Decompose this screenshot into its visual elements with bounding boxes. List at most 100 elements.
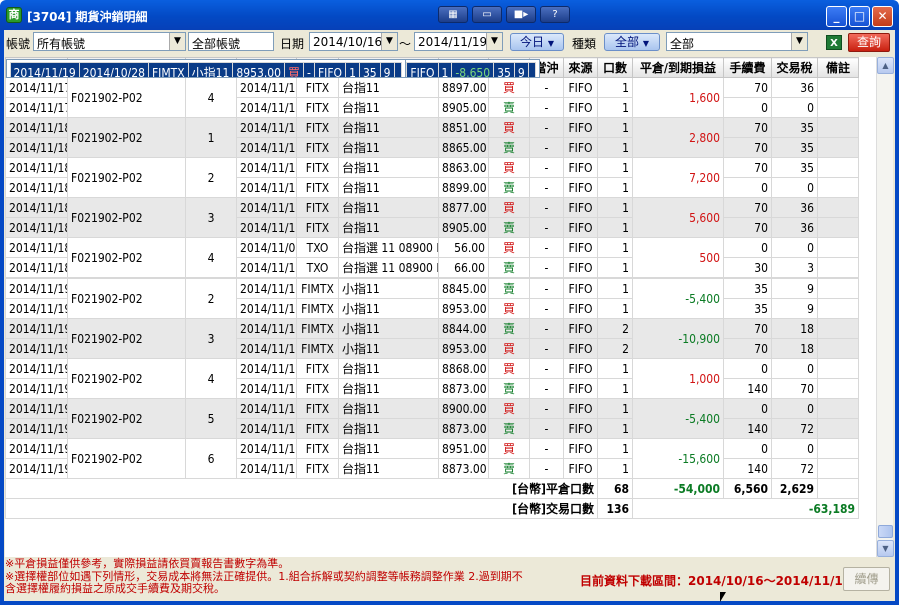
code-cell: FIMTX xyxy=(147,62,189,77)
table-row[interactable]: 2014/11/19 F021902-P02 4 2014/11/18 FITX 台指11… xyxy=(5,358,859,399)
pnl-cell: 5,600 xyxy=(632,197,724,238)
serial-cell: 4 xyxy=(185,77,237,118)
trade-date-cell: 2014/11/06 xyxy=(236,237,297,258)
code-cell: FITX xyxy=(296,197,339,218)
window-icon[interactable]: ▭ xyxy=(472,6,502,23)
remark-cell xyxy=(817,378,859,399)
table-row[interactable]: 2014/11/18 F021902-P02 2 2014/11/18 FITX 台指11… xyxy=(5,157,859,198)
trade-date-cell: 2014/11/18 xyxy=(236,358,297,379)
today-button[interactable]: 今日 ▼ xyxy=(510,33,564,51)
price-cell: 8897.00 xyxy=(438,77,489,98)
table-row[interactable]: 2014/11/18 F021902-P02 3 2014/11/18 FITX 台指11… xyxy=(5,197,859,238)
pnl-cell: -5,400 xyxy=(632,278,724,319)
daytrade-cell: - xyxy=(529,278,564,299)
summary-row-close: [台幣]平倉口數 68 -54,000 6,560 2,629 xyxy=(5,478,859,499)
source-cell: FIFO xyxy=(563,137,598,158)
source-cell: FIFO xyxy=(563,418,598,439)
remark-cell xyxy=(817,77,859,98)
serial-cell: 4 xyxy=(185,237,237,278)
side-cell: 買 xyxy=(488,338,530,359)
maximize-button[interactable]: □ xyxy=(849,6,870,27)
help-icon[interactable]: ? xyxy=(540,6,570,23)
table-row[interactable]: 2014/11/18 F021902-P02 1 2014/11/18 FITX 台指11… xyxy=(5,117,859,158)
table-row[interactable]: 2014/11/19 F021902-P02 6 2014/11/19 FITX 台指11… xyxy=(5,438,859,479)
column-header[interactable]: 交易稅 xyxy=(771,57,818,78)
scroll-down-icon[interactable]: ▼ xyxy=(877,540,894,557)
scroll-up-icon[interactable]: ▲ xyxy=(877,57,894,74)
table-row[interactable]: 2014/11/19 2014/10/28 FIMTX 小指11 8953.00 買 - FI… xyxy=(5,59,406,78)
price-cell: 8873.00 xyxy=(438,418,489,439)
summary-trade-net: -63,189 xyxy=(632,498,859,519)
date-to-picker[interactable]: 2014/11/19 ▼ xyxy=(414,32,503,51)
code-cell: FITX xyxy=(296,438,339,459)
remark-cell xyxy=(817,278,859,299)
table-row[interactable]: 2014/11/17 F021902-P02 4 2014/11/17 FITX 台指11… xyxy=(5,77,859,118)
table-row[interactable]: 2014/11/19 F021902-P02 5 2014/11/19 FITX 台指11… xyxy=(5,398,859,439)
summary-close-qty: 68 xyxy=(597,478,633,499)
continue-button[interactable]: 續傳 xyxy=(843,567,890,591)
pnl-cell: 500 xyxy=(632,237,724,278)
product-name-cell: 小指11 xyxy=(338,338,439,359)
product-select[interactable]: 全部 ▼ xyxy=(666,32,808,51)
fee-cell: 0 xyxy=(723,398,772,419)
fee-cell: 140 xyxy=(723,458,772,479)
product-name-cell: 台指11 xyxy=(338,358,439,379)
table-row[interactable]: 2014/11/19 F021902-P02 3 2014/11/18 FIMTX 小指1… xyxy=(5,318,859,359)
side-cell: 賣 xyxy=(488,97,530,118)
close-date-cell: 2014/11/18 xyxy=(5,137,68,158)
code-cell: FITX xyxy=(296,137,339,158)
fee-cell: 70 xyxy=(723,318,772,339)
scrollbar-thumb[interactable] xyxy=(878,525,893,538)
tax-cell: 0 xyxy=(771,237,818,258)
account-select[interactable]: 所有帳號 ▼ xyxy=(33,32,186,51)
notes-area: ※平倉損益僅供參考，實際損益請依買賣報告書數字為準。 ※選擇權部位如遇下列情形，… xyxy=(5,557,575,596)
close-date-cell: 2014/11/19 xyxy=(5,398,68,419)
query-button[interactable]: 查詢 xyxy=(848,33,890,52)
excel-export-icon[interactable]: X xyxy=(826,35,842,50)
side-cell: 買 xyxy=(488,197,530,218)
daytrade-cell: - xyxy=(529,378,564,399)
remark-cell xyxy=(817,458,859,479)
column-header[interactable]: 口數 xyxy=(597,57,633,78)
note-line: 含選擇權履約損益之原成交手續費及期交稅。 xyxy=(5,582,225,595)
tax-cell: 0 xyxy=(771,398,818,419)
code-cell: TXO xyxy=(296,237,339,258)
minimize-button[interactable]: _ xyxy=(826,6,847,27)
daytrade-cell: - xyxy=(529,117,564,138)
remark-cell xyxy=(817,217,859,238)
date-from-value: 2014/10/16 xyxy=(313,35,383,49)
close-button[interactable]: ✕ xyxy=(872,6,893,27)
account-name-field[interactable]: 全部帳號 xyxy=(188,32,274,51)
remark-cell xyxy=(817,338,859,359)
side-cell: 買 xyxy=(284,62,305,77)
side-cell: 買 xyxy=(488,77,530,98)
layout-icon[interactable]: ▦ xyxy=(438,6,468,23)
vertical-scrollbar[interactable]: ▲ ▼ xyxy=(876,57,894,557)
chevron-down-icon: ▼ xyxy=(381,33,397,50)
table-body: 2014/11/17 F021902-P02 4 2014/11/17 FITX 台指11… xyxy=(5,59,859,519)
code-cell: FITX xyxy=(296,458,339,479)
code-cell: FIMTX xyxy=(296,298,339,319)
product-name-cell: 台指11 xyxy=(338,418,439,439)
quantity-cell: 1 xyxy=(597,237,633,258)
daytrade-cell: - xyxy=(529,358,564,379)
account-cell: F021902-P02 xyxy=(67,318,186,359)
table-row[interactable]: 2014/11/19 F021902-P02 2 2014/11/18 FIMTX 小指1… xyxy=(5,278,859,319)
column-header[interactable]: 備註 xyxy=(817,57,859,78)
column-header[interactable]: 手續費 xyxy=(723,57,772,78)
remark-cell xyxy=(817,318,859,339)
side-cell: 賣 xyxy=(488,318,530,339)
source-cell: FIFO xyxy=(563,77,598,98)
column-header[interactable]: 來源 xyxy=(563,57,598,78)
price-cell: 8873.00 xyxy=(438,458,489,479)
fee-cell: 0 xyxy=(723,438,772,459)
type-select-button[interactable]: 全部 ▼ xyxy=(604,33,660,51)
product-name-cell: 台指11 xyxy=(338,117,439,138)
table-row[interactable]: 2014/11/18 F021902-P02 4 2014/11/06 TXO 台指選 1… xyxy=(5,237,859,278)
tax-cell: 9 xyxy=(513,62,529,77)
date-from-picker[interactable]: 2014/10/16 ▼ xyxy=(309,32,398,51)
product-name-cell: 台指11 xyxy=(338,177,439,198)
column-header[interactable]: 平倉/到期損益 xyxy=(632,57,724,78)
video-icon[interactable]: ■▸ xyxy=(506,6,536,23)
code-cell: TXO xyxy=(296,257,339,278)
